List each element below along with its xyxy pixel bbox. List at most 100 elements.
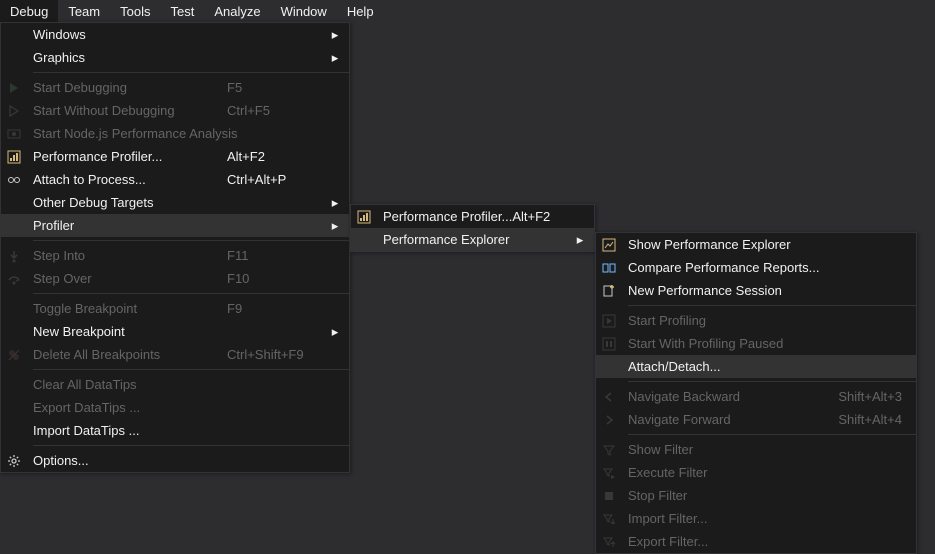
submenu-arrow-icon: ▸	[327, 324, 343, 340]
menu-item-label: Windows	[27, 27, 227, 42]
menu-item-performance-profiler[interactable]: Performance Profiler...Alt+F2	[351, 205, 594, 228]
stop-icon	[596, 489, 622, 503]
menu-separator	[33, 445, 349, 446]
menubar-item-label: Window	[281, 4, 327, 19]
menu-item-performance-explorer[interactable]: Performance Explorer ▸	[351, 228, 594, 251]
menu-item-attach-detach[interactable]: Attach/Detach...	[596, 355, 916, 378]
menu-item-label: Import Filter...	[622, 511, 826, 526]
menu-item-navigate-backward: Navigate BackwardShift+Alt+3	[596, 385, 916, 408]
menu-item-navigate-forward: Navigate ForwardShift+Alt+4	[596, 408, 916, 431]
menu-separator	[33, 72, 349, 73]
start-prof-icon	[596, 314, 622, 328]
menu-item-shortcut: Ctrl+Alt+P	[227, 172, 327, 187]
submenu-arrow-icon: ▸	[572, 232, 588, 248]
menubar-item-debug[interactable]: Debug	[0, 0, 58, 22]
menu-item-show-filter: Show Filter	[596, 438, 916, 461]
menu-item-step-into: Step IntoF11	[1, 244, 349, 267]
menu-item-label: Start Debugging	[27, 80, 227, 95]
menu-item-step-over: Step OverF10	[1, 267, 349, 290]
menu-item-label: Start Profiling	[622, 313, 826, 328]
menu-item-label: Show Filter	[622, 442, 826, 457]
menu-item-new-breakpoint[interactable]: New Breakpoint ▸	[1, 320, 349, 343]
menu-item-options[interactable]: Options...	[1, 449, 349, 472]
menu-item-label: Export DataTips ...	[27, 400, 227, 415]
menu-item-shortcut: F11	[227, 248, 327, 263]
perf-explorer-icon	[596, 238, 622, 252]
performance-explorer-submenu: Show Performance Explorer Compare Perform…	[595, 232, 917, 554]
menubar-item-label: Team	[68, 4, 100, 19]
play-icon	[1, 82, 27, 94]
menu-item-import-filter: Import Filter...	[596, 507, 916, 530]
debug-menu: Windows▸Graphics▸Start DebuggingF5Start …	[0, 22, 350, 473]
delete-bp-icon	[1, 348, 27, 362]
menu-item-start-node-js-performance-analysis: Start Node.js Performance Analysis	[1, 122, 349, 145]
menu-item-label: Performance Profiler...	[377, 209, 512, 224]
menu-item-label: Performance Explorer	[377, 232, 512, 247]
menu-item-shortcut: Ctrl+F5	[227, 103, 327, 118]
menubar-item-help[interactable]: Help	[337, 0, 384, 22]
menu-item-label: Start Node.js Performance Analysis	[27, 126, 237, 141]
profiler-submenu: Performance Profiler...Alt+F2Performance…	[350, 204, 595, 252]
menu-item-clear-all-datatips: Clear All DataTips	[1, 373, 349, 396]
menu-item-label: Show Performance Explorer	[622, 237, 826, 252]
menu-item-attach-to-process[interactable]: Attach to Process...Ctrl+Alt+P	[1, 168, 349, 191]
menu-item-label: Start Without Debugging	[27, 103, 227, 118]
menu-item-label: Performance Profiler...	[27, 149, 227, 164]
menu-item-label: New Breakpoint	[27, 324, 227, 339]
menubar-item-label: Analyze	[214, 4, 260, 19]
menu-item-export-datatips: Export DataTips ...	[1, 396, 349, 419]
menubar: Debug Team Tools Test Analyze Window Help	[0, 0, 935, 22]
step-into-icon	[1, 249, 27, 263]
menu-item-label: Step Over	[27, 271, 227, 286]
menu-item-label: Import DataTips ...	[27, 423, 227, 438]
menu-item-delete-all-breakpoints: Delete All BreakpointsCtrl+Shift+F9	[1, 343, 349, 366]
profiler-icon	[1, 150, 27, 164]
play-outline-icon	[1, 105, 27, 117]
new-session-icon	[596, 284, 622, 298]
menubar-item-test[interactable]: Test	[160, 0, 204, 22]
menu-item-shortcut: F10	[227, 271, 327, 286]
menu-item-compare-performance-reports[interactable]: Compare Performance Reports...	[596, 256, 916, 279]
menu-item-execute-filter: Execute Filter	[596, 461, 916, 484]
menubar-item-label: Tools	[120, 4, 150, 19]
menu-item-show-performance-explorer[interactable]: Show Performance Explorer	[596, 233, 916, 256]
menu-item-label: New Performance Session	[622, 283, 826, 298]
menubar-item-label: Test	[170, 4, 194, 19]
menu-item-label: Start With Profiling Paused	[622, 336, 826, 351]
menu-item-label: Delete All Breakpoints	[27, 347, 227, 362]
compare-icon	[596, 261, 622, 275]
menubar-item-window[interactable]: Window	[271, 0, 337, 22]
menu-item-label: Attach/Detach...	[622, 359, 826, 374]
menu-item-new-performance-session[interactable]: New Performance Session	[596, 279, 916, 302]
menu-item-label: Other Debug Targets	[27, 195, 227, 210]
menubar-item-analyze[interactable]: Analyze	[204, 0, 270, 22]
menu-item-shortcut: Alt+F2	[512, 209, 572, 224]
menu-item-label: Export Filter...	[622, 534, 826, 549]
menu-item-other-debug-targets[interactable]: Other Debug Targets▸	[1, 191, 349, 214]
menubar-item-label: Help	[347, 4, 374, 19]
submenu-arrow-icon: ▸	[327, 50, 343, 66]
submenu-arrow-icon: ▸	[327, 218, 343, 234]
node-icon	[1, 127, 27, 141]
menubar-item-tools[interactable]: Tools	[110, 0, 160, 22]
gear-icon	[1, 454, 27, 468]
menu-item-shortcut: Shift+Alt+4	[826, 412, 906, 427]
menu-item-windows[interactable]: Windows▸	[1, 23, 349, 46]
filter-icon	[596, 443, 622, 457]
menu-item-label: Options...	[27, 453, 227, 468]
menu-separator	[628, 305, 916, 306]
profiler-icon	[351, 210, 377, 224]
menu-item-performance-profiler[interactable]: Performance Profiler...Alt+F2	[1, 145, 349, 168]
menu-item-import-datatips[interactable]: Import DataTips ...	[1, 419, 349, 442]
menu-item-profiler[interactable]: Profiler▸	[1, 214, 349, 237]
exec-filter-icon	[596, 466, 622, 480]
menu-item-label: Navigate Backward	[622, 389, 826, 404]
nav-back-icon	[596, 390, 622, 404]
step-over-icon	[1, 272, 27, 286]
menu-separator	[33, 240, 349, 241]
menu-item-label: Clear All DataTips	[27, 377, 227, 392]
menu-item-graphics[interactable]: Graphics▸	[1, 46, 349, 69]
menu-separator	[33, 369, 349, 370]
menubar-item-team[interactable]: Team	[58, 0, 110, 22]
menu-item-shortcut: Alt+F2	[227, 149, 327, 164]
